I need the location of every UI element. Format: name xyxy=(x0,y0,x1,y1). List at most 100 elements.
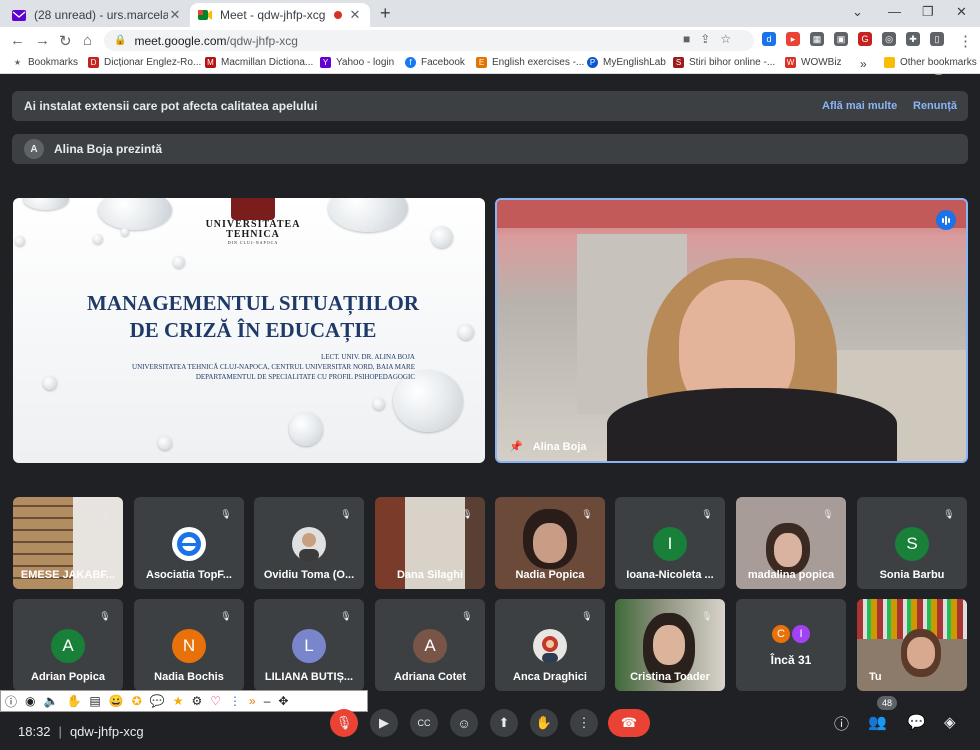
bookmark-item[interactable]: W WOWBiz xyxy=(785,57,842,68)
participant-tile[interactable]: S 🎙 Sonia Barbu xyxy=(857,497,967,589)
address-bar[interactable]: 🔒 meet.google.com/qdw-jhfp-xcg xyxy=(104,30,754,51)
bookmark-item[interactable]: Y Yahoo - login xyxy=(320,57,394,68)
close-tab-icon[interactable]: ✕ xyxy=(348,7,362,23)
bookmark-star-icon[interactable]: ☆ xyxy=(720,32,731,46)
captions-button[interactable]: CC xyxy=(410,709,438,737)
bookmark-item[interactable]: E English exercises -... xyxy=(476,57,584,68)
participant-tile[interactable]: 🎙 EMESE JAKABF... xyxy=(13,497,123,589)
more-participants-label: Încă 31 xyxy=(770,653,812,667)
participant-tile[interactable]: 🎙 Nadia Popica xyxy=(495,497,605,589)
water-drop xyxy=(93,234,103,244)
participant-tile[interactable]: 🎙 Asociatia TopF... xyxy=(134,497,244,589)
extension-icon[interactable]: G xyxy=(858,32,872,46)
eye-icon[interactable]: ◉ xyxy=(25,694,35,708)
more-options-button[interactable]: ⋮ xyxy=(570,709,598,737)
tab-meet[interactable]: Meet - qdw-jhfp-xcg ✕ xyxy=(190,3,370,27)
menu-icon[interactable]: ⋮ xyxy=(958,32,973,50)
star-icon[interactable]: ★ xyxy=(173,694,184,708)
bookmark-item[interactable]: f Facebook xyxy=(405,57,465,68)
dismiss-button[interactable]: Renunță xyxy=(913,100,957,112)
raise-hand-button[interactable]: ✋ xyxy=(530,709,558,737)
tab-yahoo-mail[interactable]: (28 unread) - urs.marcela@yahoo ✕ xyxy=(4,3,190,27)
participant-tile[interactable]: N 🎙 Nadia Bochis xyxy=(134,599,244,691)
close-tab-icon[interactable]: ✕ xyxy=(168,7,182,23)
info-icon[interactable]: ⓘ xyxy=(5,693,17,710)
participant-tile[interactable]: L 🎙 LILIANA BUTIȘ... xyxy=(254,599,364,691)
news-icon: S xyxy=(673,57,684,68)
participant-tile[interactable]: 🎙 Ovidiu Toma (O... xyxy=(254,497,364,589)
notes-icon[interactable]: ▤ xyxy=(89,694,100,708)
participant-tile[interactable]: A 🎙 Adrian Popica xyxy=(13,599,123,691)
camera-in-use-icon[interactable]: ■ xyxy=(683,32,690,46)
reload-icon[interactable]: ↻ xyxy=(59,32,72,50)
water-drop xyxy=(173,256,185,268)
extension-floating-toolbar: ⓘ ◉ 🔈 ✋ ▤ 😀 ✪ 💬 ★ ⚙ ♡ ⋮ » – ✥ xyxy=(0,690,368,712)
pin-icon[interactable]: 📌 xyxy=(509,440,523,453)
forward-icon[interactable]: → xyxy=(35,32,50,49)
browser-tab-bar: (28 unread) - urs.marcela@yahoo ✕ Meet -… xyxy=(0,0,980,27)
people-icon[interactable]: 👥 xyxy=(868,713,887,731)
extension-icon[interactable]: d xyxy=(762,32,776,46)
muted-mic-icon: 🎙 xyxy=(220,610,232,621)
speaker-icon[interactable]: 🔈 xyxy=(44,694,59,708)
tab-search-icon[interactable]: ⌄ xyxy=(852,4,863,20)
present-button[interactable]: ⬆ xyxy=(490,709,518,737)
hand-icon[interactable]: ✋ xyxy=(66,694,81,708)
participant-tile[interactable]: 🎙 Anca Draghici xyxy=(495,599,605,691)
extension-icon[interactable]: ▣ xyxy=(834,32,848,46)
bookmark-item[interactable]: ★ Bookmarks xyxy=(12,57,78,68)
participant-name: Dana Silaghi xyxy=(396,569,464,581)
presenting-text: Alina Boja prezintă xyxy=(54,142,163,156)
other-bookmarks[interactable]: Other bookmarks xyxy=(884,57,977,68)
new-tab-icon[interactable]: + xyxy=(380,3,391,24)
dictionary-icon: D xyxy=(88,57,99,68)
more-vert-icon: ⋮ xyxy=(577,715,591,730)
participant-tile[interactable]: I 🎙 Ioana-Nicoleta ... xyxy=(615,497,725,589)
home-icon[interactable]: ⌂ xyxy=(83,32,92,49)
activities-icon[interactable]: ◈ xyxy=(944,713,956,731)
chat-icon[interactable]: 💬 xyxy=(907,713,926,731)
participant-tile[interactable]: A 🎙 Adriana Cotet xyxy=(375,599,485,691)
share-icon[interactable]: ⇪ xyxy=(700,32,710,46)
bookmark-item[interactable]: D Dicționar Englez-Ro... xyxy=(88,57,201,68)
participant-tile[interactable]: 🎙 Cristina Toader xyxy=(615,599,725,691)
extension-icon[interactable]: ◎ xyxy=(882,32,896,46)
emoji-icon[interactable]: 😀 xyxy=(109,694,124,708)
settings-gear-icon[interactable]: ⚙ xyxy=(191,694,202,708)
participant-tile[interactable]: 🎙 madalina popica xyxy=(736,497,846,589)
chat-bubble-icon[interactable]: 💬 xyxy=(150,694,165,708)
recording-icon xyxy=(334,11,342,19)
bookmark-item[interactable]: M Macmillan Dictiona... xyxy=(205,57,313,68)
more-vert-icon[interactable]: ⋮ xyxy=(229,694,241,708)
back-icon[interactable]: ← xyxy=(10,32,25,49)
pinned-speaker-video[interactable]: 📌 Alina Boja xyxy=(495,198,968,463)
learn-more-link[interactable]: Află mai multe xyxy=(822,100,897,112)
minimize-bar-icon[interactable]: – xyxy=(264,694,271,708)
self-view-tile[interactable]: Tu xyxy=(857,599,967,691)
leave-call-button[interactable]: ☎ xyxy=(608,709,650,737)
side-panel-icon[interactable]: ▯ xyxy=(930,32,944,46)
meeting-details-icon[interactable]: ⓘ xyxy=(834,713,849,734)
camera-toggle-button[interactable]: ▶ xyxy=(370,709,398,737)
restore-icon[interactable]: ❐ xyxy=(922,4,934,20)
more-bookmarks-icon[interactable]: » xyxy=(860,57,867,71)
shared-screen[interactable]: UNIVERSITATEA TEHNICA DIN CLUJ-NAPOCA MA… xyxy=(13,198,485,463)
yahoo-icon: Y xyxy=(320,57,331,68)
minimize-icon[interactable]: — xyxy=(888,4,901,19)
extension-icon[interactable]: ▸ xyxy=(786,32,800,46)
bookmark-item[interactable]: P MyEnglishLab xyxy=(587,57,666,68)
move-handle-icon[interactable]: ✥ xyxy=(278,694,288,708)
muted-mic-icon: 🎙 xyxy=(340,508,352,519)
close-window-icon[interactable]: ✕ xyxy=(956,4,967,20)
participant-tile[interactable]: 🎙 Dana Silaghi xyxy=(375,497,485,589)
reactions-button[interactable]: ☺ xyxy=(450,709,478,737)
award-icon[interactable]: ✪ xyxy=(132,694,142,708)
bookmark-item[interactable]: S Stiri bihor online -... xyxy=(673,57,775,68)
extension-icon[interactable]: ▦ xyxy=(810,32,824,46)
heart-icon[interactable]: ♡ xyxy=(210,694,221,708)
mic-toggle-button[interactable]: 🎙 xyxy=(330,709,358,737)
more-participants-tile[interactable]: C I Încă 31 xyxy=(736,599,846,691)
water-drop xyxy=(431,226,453,248)
expand-icon[interactable]: » xyxy=(249,694,256,708)
extensions-puzzle-icon[interactable]: ✚ xyxy=(906,32,920,46)
